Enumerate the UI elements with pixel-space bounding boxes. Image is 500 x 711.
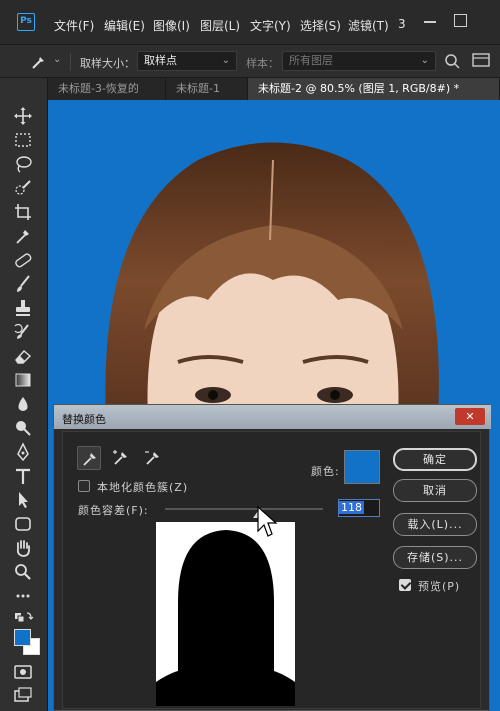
fuzziness-value: 118	[339, 501, 364, 514]
minimize-icon[interactable]	[424, 21, 436, 23]
eraser-tool-icon[interactable]	[12, 346, 34, 366]
dodge-tool-icon[interactable]	[12, 418, 34, 438]
color-label: 颜色:	[311, 465, 340, 478]
close-button[interactable]: ✕	[455, 408, 485, 425]
eyedropper-tool-icon[interactable]	[12, 226, 34, 246]
menu-image[interactable]: 图像(I)	[153, 17, 190, 34]
tab-label: 未标题-3-恢复的	[58, 82, 139, 95]
selection-preview	[156, 522, 295, 706]
divider	[70, 53, 71, 71]
path-select-tool-icon[interactable]	[12, 490, 34, 510]
localized-clusters-label: 本地化颜色簇(Z)	[97, 481, 189, 494]
menu-file[interactable]: 文件(F)	[54, 17, 94, 34]
screen-mode-icon[interactable]	[12, 686, 34, 706]
more-tools-icon[interactable]	[12, 586, 34, 606]
tab-label: 未标题-2 @ 80.5% (图层 1, RGB/8#) *	[258, 82, 460, 95]
sample-size-select[interactable]: 取样点 ⌄	[137, 51, 237, 71]
sample-size-value: 取样点	[144, 54, 177, 67]
foreground-color-swatch[interactable]	[14, 629, 31, 646]
chevron-down-icon: ⌄	[420, 55, 429, 66]
fuzziness-slider-track[interactable]	[165, 508, 323, 510]
quick-mask-icon[interactable]	[12, 662, 34, 682]
menu-filter[interactable]: 滤镜(T)	[348, 17, 389, 34]
shape-tool-icon[interactable]	[12, 514, 34, 534]
marquee-tool-icon[interactable]	[12, 130, 34, 150]
hand-tool-icon[interactable]	[12, 538, 34, 558]
search-icon[interactable]	[444, 53, 460, 69]
workspace-icon[interactable]	[472, 53, 490, 69]
localized-clusters-checkbox[interactable]	[78, 480, 90, 492]
fuzziness-label: 颜色容差(F):	[78, 504, 149, 517]
move-tool-icon[interactable]	[12, 106, 34, 126]
brush-tool-icon[interactable]	[12, 274, 34, 294]
selection-mask-image	[156, 522, 295, 706]
clone-stamp-tool-icon[interactable]	[12, 298, 34, 318]
ok-button[interactable]: 确定	[393, 448, 477, 471]
color-swatch[interactable]	[344, 450, 380, 484]
load-button[interactable]: 载入(L)...	[393, 513, 477, 536]
save-button[interactable]: 存储(S)...	[393, 546, 477, 569]
lasso-tool-icon[interactable]	[12, 154, 34, 174]
eyedropper-minus-icon[interactable]	[141, 446, 165, 470]
menu-type[interactable]: 文字(Y)	[250, 17, 291, 34]
eyedropper-icon[interactable]	[77, 446, 101, 470]
fuzziness-input[interactable]: 118	[338, 499, 380, 517]
cancel-button[interactable]: 取消	[393, 479, 477, 502]
maximize-icon[interactable]	[454, 14, 467, 27]
sample-select[interactable]: 所有图层 ⌄	[282, 51, 436, 71]
menu-edit[interactable]: 编辑(E)	[104, 17, 145, 34]
photoshop-logo: Ps	[17, 13, 35, 31]
dialog-body: 本地化颜色簇(Z) 颜色: 颜色容差(F): 118 确定 取消 载入(L)..…	[62, 431, 481, 709]
healing-brush-tool-icon[interactable]	[12, 250, 34, 270]
menu-bar: Ps 文件(F) 编辑(E) 图像(I) 图层(L) 文字(Y) 选择(S) 滤…	[0, 0, 500, 44]
tab-untitled-1[interactable]: 未标题-1	[166, 78, 248, 100]
dialog-titlebar[interactable]: 替换颜色 ✕	[54, 405, 491, 429]
menu-layer[interactable]: 图层(L)	[200, 17, 240, 34]
type-tool-icon[interactable]	[12, 466, 34, 486]
sample-value: 所有图层	[289, 54, 333, 67]
pen-tool-icon[interactable]	[12, 442, 34, 462]
document-tabs: 未标题-3-恢复的 未标题-1 未标题-2 @ 80.5% (图层 1, RGB…	[48, 78, 500, 100]
crop-tool-icon[interactable]	[12, 202, 34, 222]
eyedropper-plus-icon[interactable]	[109, 446, 133, 470]
tools-panel	[0, 78, 48, 711]
zoom-tool-icon[interactable]	[12, 562, 34, 582]
quick-select-tool-icon[interactable]	[12, 178, 34, 198]
eyedropper-icon[interactable]	[30, 53, 48, 71]
sample-label: 样本：	[246, 57, 279, 70]
tab-untitled-2[interactable]: 未标题-2 @ 80.5% (图层 1, RGB/8#) *	[248, 78, 500, 100]
chevron-down-icon: ⌄	[221, 55, 230, 66]
tab-untitled-3[interactable]: 未标题-3-恢复的	[48, 78, 166, 100]
options-bar: ⌄ 取样大小： 取样点 ⌄ 样本： 所有图层 ⌄	[0, 44, 500, 78]
tab-label: 未标题-1	[176, 82, 220, 95]
gradient-tool-icon[interactable]	[12, 370, 34, 390]
cursor-icon	[257, 505, 278, 537]
tool-preset-chevron-icon[interactable]: ⌄	[53, 54, 61, 65]
preview-label: 预览(P)	[418, 580, 461, 593]
menu-3d[interactable]: 3	[398, 17, 406, 31]
default-colors-icon[interactable]	[12, 610, 34, 630]
dialog-title: 替换颜色	[62, 413, 106, 426]
history-brush-tool-icon[interactable]	[12, 322, 34, 342]
replace-color-dialog: 替换颜色 ✕ 本地化颜色簇(Z) 颜色: 颜色容差(F): 118 确定 取消	[53, 404, 491, 711]
preview-checkbox[interactable]	[399, 579, 411, 591]
sample-size-label: 取样大小：	[80, 57, 135, 70]
blur-tool-icon[interactable]	[12, 394, 34, 414]
menu-select[interactable]: 选择(S)	[300, 17, 341, 34]
